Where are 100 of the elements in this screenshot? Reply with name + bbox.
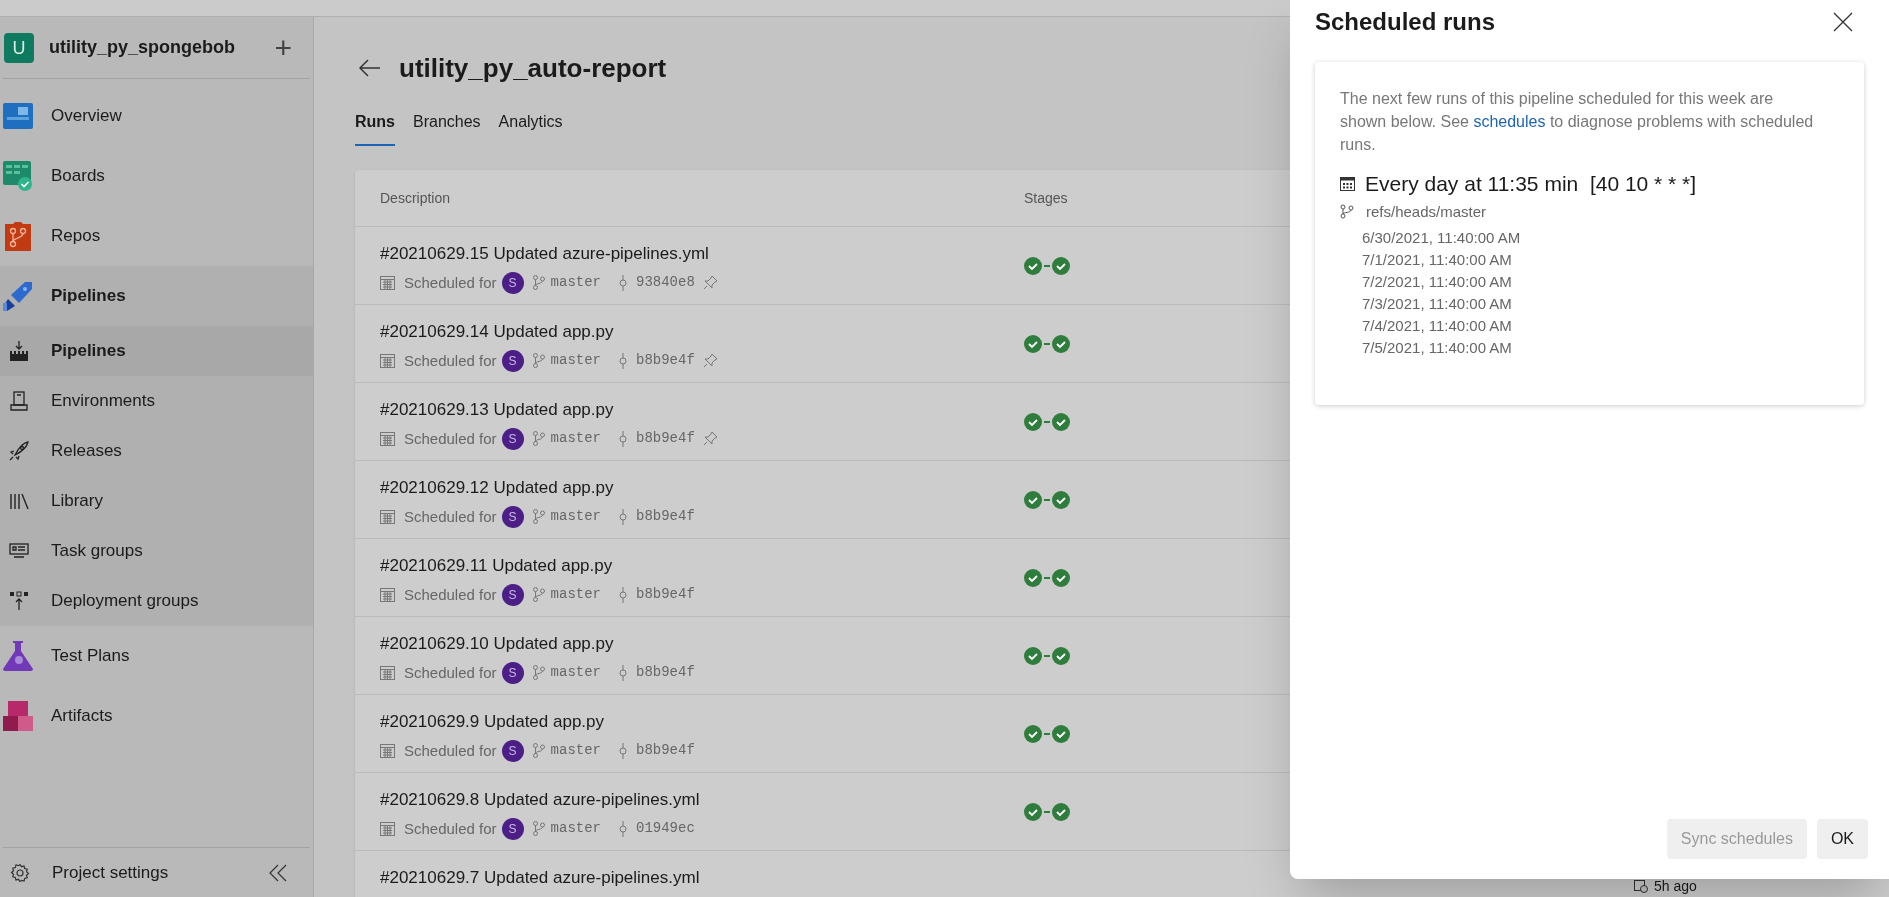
user-avatar: S [501, 583, 524, 606]
rocket-icon [3, 281, 33, 311]
calendar-icon [1340, 176, 1355, 192]
branch-name[interactable]: master [550, 272, 601, 294]
build-icon [9, 341, 29, 361]
check-circle-icon[interactable] [1024, 490, 1042, 509]
trigger-label: Scheduled for [404, 350, 497, 371]
commit-icon [619, 430, 627, 447]
rocket-icon [9, 441, 29, 461]
check-circle-icon[interactable] [1052, 490, 1070, 509]
check-circle-icon[interactable] [1052, 256, 1070, 275]
commit-hash[interactable]: b8b9e4f [636, 584, 695, 606]
check-circle-icon[interactable] [1024, 646, 1042, 665]
check-circle-icon[interactable] [1052, 412, 1070, 431]
nav-item[interactable]: Task groups [0, 526, 313, 576]
nav-item[interactable]: Releases [0, 426, 313, 476]
branch-icon [532, 743, 545, 759]
stage-connector [1044, 810, 1050, 813]
tab[interactable]: Analytics [498, 110, 563, 146]
check-circle-icon[interactable] [1024, 334, 1042, 353]
commit-hash[interactable]: 93840e8 [636, 272, 695, 294]
settings-icon [10, 862, 30, 883]
run-title[interactable]: #20210629.14 Updated app.py [380, 319, 1024, 345]
nav-item[interactable]: Test Plans [0, 626, 313, 686]
user-avatar: S [501, 817, 524, 840]
pin-icon[interactable] [702, 353, 718, 369]
tab[interactable]: Runs [355, 110, 395, 146]
nav-item[interactable]: Artifacts [0, 686, 313, 746]
commit-hash[interactable]: b8b9e4f [636, 428, 695, 450]
commit-hash[interactable]: b8b9e4f [636, 740, 695, 762]
commit-icon [619, 586, 627, 603]
stage-connector [1044, 732, 1050, 735]
stage-connector [1044, 576, 1050, 579]
check-circle-icon[interactable] [1052, 646, 1070, 665]
run-title[interactable]: #20210629.15 Updated azure-pipelines.yml [380, 241, 1024, 267]
run-title[interactable]: #20210629.11 Updated app.py [380, 553, 1024, 579]
branch-name[interactable]: master [550, 506, 601, 528]
add-button[interactable]: + [274, 32, 292, 63]
calendar-icon [380, 353, 395, 368]
run-title[interactable]: #20210629.7 Updated azure-pipelines.yml [380, 865, 1024, 891]
calendar-icon [380, 743, 395, 758]
nav-item[interactable]: Environments [0, 376, 313, 426]
user-avatar: S [501, 505, 524, 528]
check-circle-icon[interactable] [1052, 802, 1070, 821]
branch-name[interactable]: master [550, 584, 601, 606]
check-circle-icon[interactable] [1052, 724, 1070, 743]
run-title[interactable]: #20210629.12 Updated app.py [380, 475, 1024, 501]
check-circle-icon[interactable] [1024, 724, 1042, 743]
tab[interactable]: Branches [413, 110, 481, 146]
branch-icon [532, 431, 545, 447]
check-circle-icon[interactable] [1024, 568, 1042, 587]
dialog-button[interactable]: OK [1816, 819, 1868, 859]
nav-item[interactable]: Overview [0, 86, 313, 146]
back-arrow-icon[interactable] [359, 59, 381, 77]
trigger-label: Scheduled for [404, 506, 497, 527]
calendar-icon [380, 431, 395, 446]
nav-item[interactable]: Deployment groups [0, 576, 313, 626]
dashboard-icon [3, 101, 33, 131]
run-title[interactable]: #20210629.10 Updated app.py [380, 631, 1024, 657]
user-avatar: S [501, 661, 524, 684]
branch-name[interactable]: master [550, 428, 601, 450]
project-settings-link[interactable]: Project settings [52, 859, 268, 886]
user-avatar: S [501, 349, 524, 372]
branch-name[interactable]: master [550, 818, 601, 840]
project-name[interactable]: utility_py_spongebob [49, 34, 275, 61]
calendar-icon [380, 821, 395, 836]
nav-item[interactable]: Pipelines [0, 326, 313, 376]
nav-item[interactable]: Library [0, 476, 313, 526]
branch-icon [532, 665, 545, 681]
trigger-label: Scheduled for [404, 428, 497, 449]
branch-name[interactable]: master [550, 350, 601, 372]
check-circle-icon[interactable] [1024, 412, 1042, 431]
schedule-description: The next few runs of this pipeline scheduled for this week are shown below. See schedules to diagnose problems with scheduled runs. [1340, 89, 1815, 155]
commit-hash[interactable]: b8b9e4f [636, 350, 695, 372]
pin-icon[interactable] [702, 275, 718, 291]
server-icon [9, 391, 29, 411]
commit-hash[interactable]: 01949ec [636, 818, 695, 840]
branch-name[interactable]: master [550, 662, 601, 684]
pin-icon[interactable] [702, 431, 718, 447]
project-avatar: U [4, 32, 34, 63]
check-circle-icon[interactable] [1024, 802, 1042, 821]
stage-connector [1044, 264, 1050, 267]
nav-item[interactable]: Repos [0, 206, 313, 266]
check-circle-icon[interactable] [1052, 568, 1070, 587]
books-icon [9, 491, 29, 511]
collapse-icon[interactable] [268, 862, 288, 883]
run-title[interactable]: #20210629.9 Updated app.py [380, 709, 1024, 735]
check-circle-icon[interactable] [1024, 256, 1042, 275]
branch-name[interactable]: master [550, 740, 601, 762]
commit-hash[interactable]: b8b9e4f [636, 506, 695, 528]
run-date: 7/3/2021, 11:40:00 AM [1362, 294, 1513, 314]
board-icon [3, 161, 33, 191]
run-title[interactable]: #20210629.13 Updated app.py [380, 397, 1024, 423]
commit-hash[interactable]: b8b9e4f [636, 662, 695, 684]
nav-item[interactable]: Boards [0, 146, 313, 206]
run-title[interactable]: #20210629.8 Updated azure-pipelines.yml [380, 787, 1024, 813]
schedules-link[interactable]: schedules [1473, 113, 1546, 130]
check-circle-icon[interactable] [1052, 334, 1070, 353]
schedule-branch: refs/heads/master [1366, 201, 1487, 222]
close-icon[interactable] [1833, 12, 1853, 32]
